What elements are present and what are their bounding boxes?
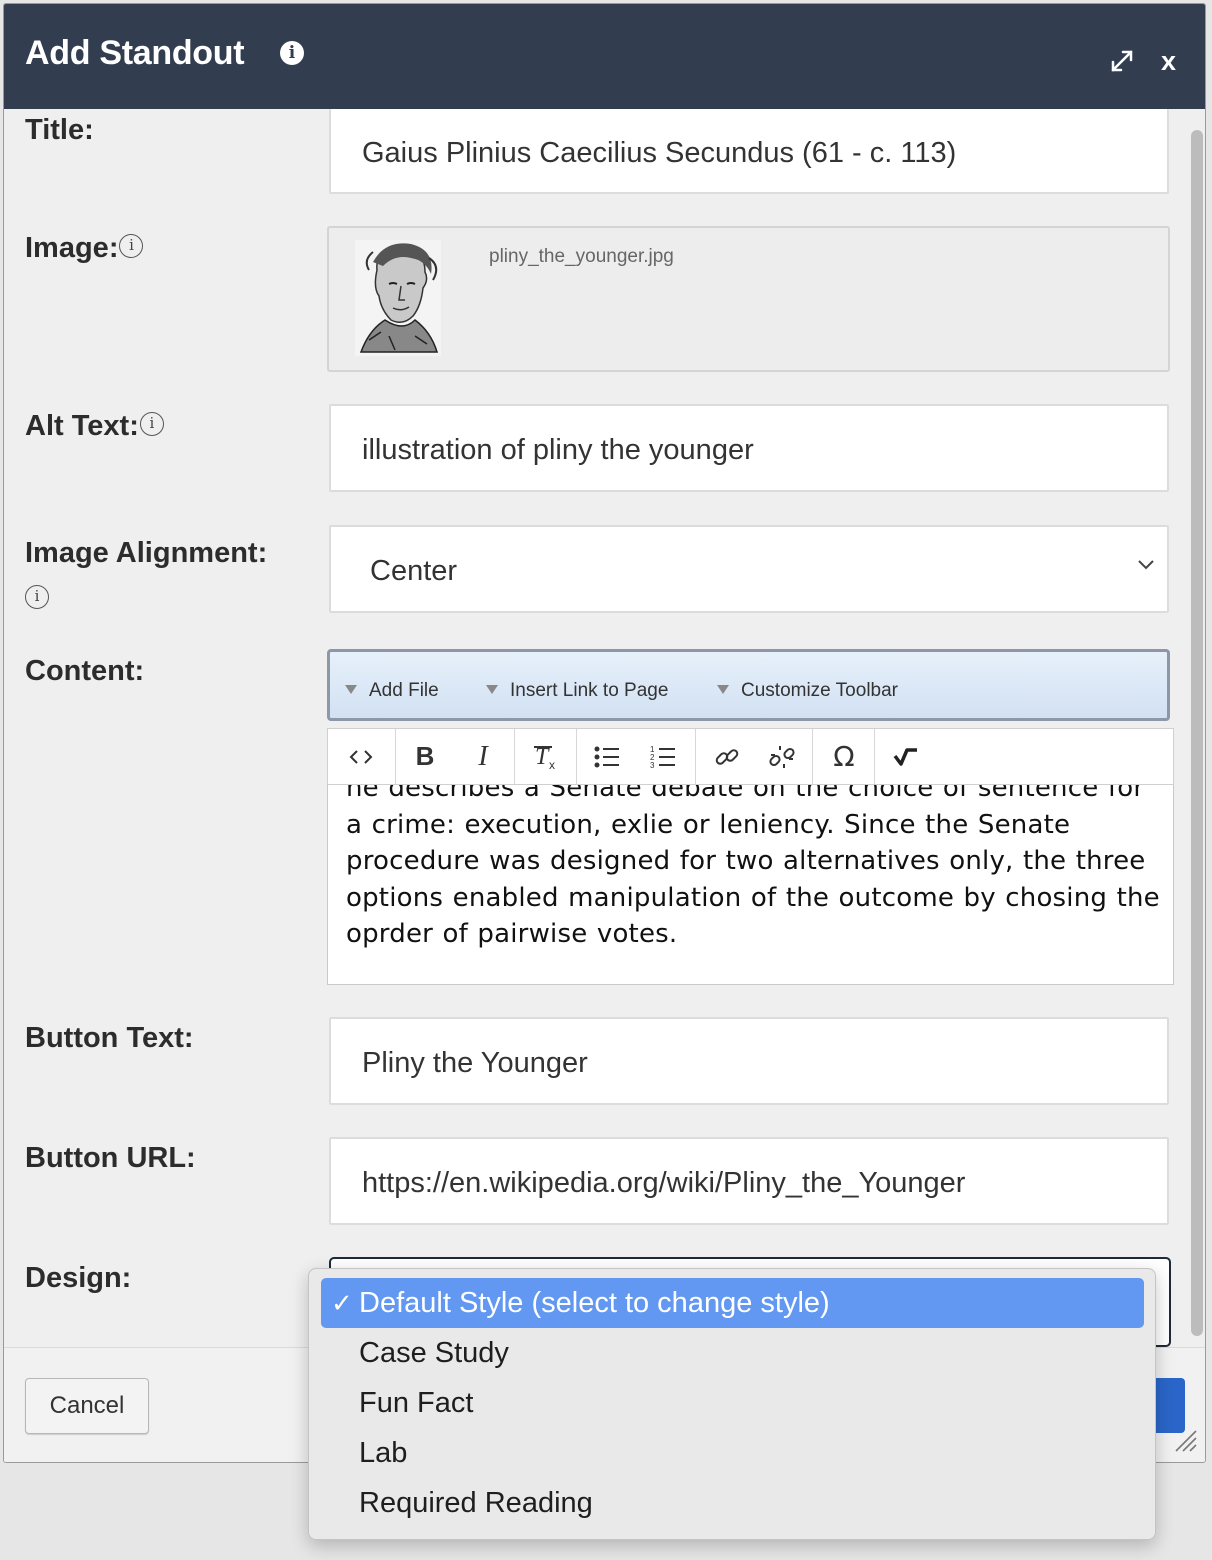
remove-format-icon[interactable]: Tx xyxy=(524,729,568,784)
toolbar-divider xyxy=(514,729,515,784)
design-option-label: Default Style (select to change style) xyxy=(359,1287,830,1319)
button-url-value: https://en.wikipedia.org/wiki/Pliny_the_… xyxy=(362,1167,966,1199)
customize-toolbar-label: Customize Toolbar xyxy=(741,680,899,701)
editor-toolbar: B I Tx 123 Ω xyxy=(327,728,1174,785)
content-editor: Add File Insert Link to Page Customize T… xyxy=(327,649,1174,985)
image-alignment-select[interactable]: Center xyxy=(329,525,1169,613)
alt-text-value: illustration of pliny the younger xyxy=(362,434,754,466)
title-label: Title: xyxy=(25,114,94,146)
dialog-title: Add Standout xyxy=(25,34,245,72)
editor-menu-bar: Add File Insert Link to Page Customize T… xyxy=(327,649,1170,721)
triangle-down-icon xyxy=(345,685,357,695)
design-option-lab[interactable]: Lab xyxy=(321,1428,1144,1478)
button-text-field[interactable]: Pliny the Younger xyxy=(329,1017,1169,1105)
toolbar-divider xyxy=(812,729,813,784)
bulleted-list-icon[interactable] xyxy=(586,729,628,784)
source-code-icon[interactable] xyxy=(336,729,386,784)
design-option-required-reading[interactable]: Required Reading xyxy=(321,1478,1144,1528)
design-option-fun-fact[interactable]: Fun Fact xyxy=(321,1378,1144,1428)
info-icon[interactable]: i xyxy=(280,41,304,65)
button-url-field[interactable]: https://en.wikipedia.org/wiki/Pliny_the_… xyxy=(329,1137,1169,1225)
numbered-list-icon[interactable]: 123 xyxy=(642,729,684,784)
customize-toolbar-menu[interactable]: Customize Toolbar xyxy=(717,680,898,702)
chevron-down-icon xyxy=(1138,560,1154,570)
insert-link-label: Insert Link to Page xyxy=(510,680,669,701)
unlink-icon[interactable] xyxy=(760,729,804,784)
image-label-text: Image: xyxy=(25,232,119,264)
button-text-label: Button Text: xyxy=(25,1022,194,1054)
button-text-value: Pliny the Younger xyxy=(362,1047,588,1079)
toolbar-divider xyxy=(695,729,696,784)
image-alignment-value: Center xyxy=(370,555,458,587)
image-thumbnail xyxy=(355,240,441,356)
toolbar-divider xyxy=(576,729,577,784)
checkmark-icon: ✓ xyxy=(331,1288,353,1318)
alt-text-field[interactable]: illustration of pliny the younger xyxy=(329,404,1169,492)
title-value: Gaius Plinius Caecilius Secundus (61 - c… xyxy=(362,137,957,169)
expand-icon[interactable] xyxy=(1108,47,1136,75)
link-icon[interactable] xyxy=(705,729,749,784)
image-alignment-label: Image Alignment: i xyxy=(25,530,267,622)
editor-content-area[interactable]: he describes a Senate debate on the choi… xyxy=(327,785,1174,985)
add-standout-dialog: Add Standout i x Title: Gaius Plinius Ca… xyxy=(3,3,1206,1463)
scrollbar[interactable] xyxy=(1191,130,1203,1336)
content-label: Content: xyxy=(25,655,145,687)
title-field[interactable]: Gaius Plinius Caecilius Secundus (61 - c… xyxy=(329,109,1169,194)
image-alignment-label-text: Image Alignment: xyxy=(25,537,268,569)
design-option-case-study[interactable]: Case Study xyxy=(321,1328,1144,1378)
design-label: Design: xyxy=(25,1262,132,1294)
toolbar-divider xyxy=(874,729,875,784)
alt-text-label: Alt Text: i xyxy=(25,410,164,443)
close-button[interactable]: x xyxy=(1161,46,1176,77)
toolbar-divider xyxy=(395,729,396,784)
bold-icon[interactable]: B xyxy=(404,729,446,784)
svg-text:3: 3 xyxy=(650,761,655,769)
alt-text-label-text: Alt Text: xyxy=(25,410,139,442)
triangle-down-icon xyxy=(486,685,498,695)
add-file-menu[interactable]: Add File xyxy=(345,680,439,702)
image-filename: pliny_the_younger.jpg xyxy=(489,246,674,267)
special-character-icon[interactable]: Ω xyxy=(822,729,866,784)
design-dropdown-menu: ✓ Default Style (select to change style) … xyxy=(308,1268,1156,1540)
add-file-label: Add File xyxy=(369,680,439,701)
cancel-button[interactable]: Cancel xyxy=(25,1378,149,1434)
info-icon[interactable]: i xyxy=(139,412,164,437)
dialog-titlebar: Add Standout i x xyxy=(4,4,1205,109)
image-picker[interactable]: pliny_the_younger.jpg xyxy=(327,226,1170,372)
insert-link-menu[interactable]: Insert Link to Page xyxy=(486,680,668,702)
editor-text: he describes a Senate debate on the choi… xyxy=(346,785,1160,950)
italic-icon[interactable]: I xyxy=(462,729,504,784)
button-url-label: Button URL: xyxy=(25,1142,196,1174)
image-label: Image: i xyxy=(25,232,144,265)
info-icon[interactable]: i xyxy=(25,585,49,610)
design-option-default[interactable]: ✓ Default Style (select to change style) xyxy=(321,1278,1144,1328)
triangle-down-icon xyxy=(717,685,729,695)
svg-text:x: x xyxy=(549,758,555,771)
math-icon[interactable] xyxy=(884,729,928,784)
resize-handle-icon[interactable] xyxy=(1170,1425,1198,1453)
info-icon[interactable]: i xyxy=(119,234,144,259)
